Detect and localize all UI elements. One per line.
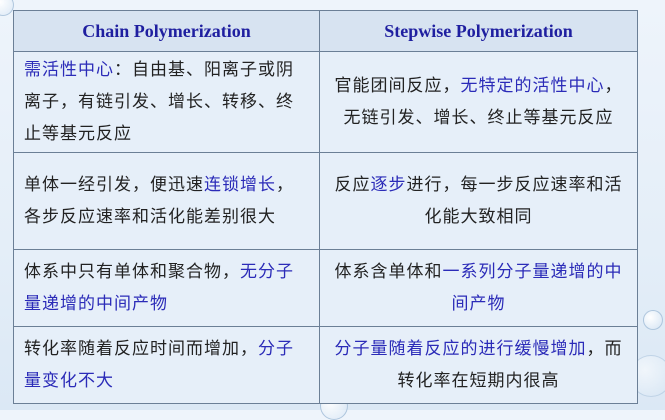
highlighted-text: 连锁增长	[204, 175, 276, 195]
cell-text: 官能团间反应，	[334, 76, 461, 96]
cell-text: 转化率随着反应时间而增加，	[24, 339, 258, 359]
chain-cell: 需活性中心：自由基、阳离子或阴离子，有链引发、增长、转移、终止等基元反应	[13, 51, 320, 153]
table-row: 转化率随着反应时间而增加，分子量变化不大 分子量随着反应的进行缓慢增加，而转化率…	[13, 326, 638, 404]
table-row: 体系中只有单体和聚合物，无分子量递增的中间产物 体系含单体和一系列分子量递增的中…	[13, 249, 638, 327]
header-chain-polymerization: Chain Polymerization	[13, 10, 320, 52]
table-row: 单体一经引发，便迅速连锁增长，各步反应速率和活化能差别很大 反应逐步进行，每一步…	[13, 152, 638, 250]
highlighted-text: 一系列分子量递增的中间产物	[442, 262, 623, 314]
cell-text: 单体一经引发，便迅速	[24, 175, 204, 195]
stepwise-cell: 官能团间反应，无特定的活性中心，无链引发、增长、终止等基元反应	[319, 51, 638, 153]
table-row: 需活性中心：自由基、阳离子或阴离子，有链引发、增长、转移、终止等基元反应 官能团…	[13, 51, 638, 153]
chain-cell: 单体一经引发，便迅速连锁增长，各步反应速率和活化能差别很大	[13, 152, 320, 250]
stepwise-cell: 反应逐步进行，每一步反应速率和活化能大致相同	[319, 152, 638, 250]
chain-cell: 转化率随着反应时间而增加，分子量变化不大	[13, 326, 320, 404]
highlighted-text: 需活性中心	[24, 60, 114, 80]
cell-text: 反应	[334, 175, 371, 195]
chain-cell: 体系中只有单体和聚合物，无分子量递增的中间产物	[13, 249, 320, 327]
cell-text: 进行，每一步反应速率和活化能大致相同	[406, 175, 623, 227]
stepwise-cell: 体系含单体和一系列分子量递增的中间产物	[319, 249, 638, 327]
decorative-bubble	[643, 310, 663, 330]
stepwise-cell: 分子量随着反应的进行缓慢增加，而转化率在短期内很高	[319, 326, 638, 404]
cell-text: 体系含单体和	[334, 262, 443, 282]
highlighted-text: 分子量随着反应的进行缓慢增加	[334, 339, 587, 359]
comparison-table: Chain Polymerization Stepwise Polymeriza…	[13, 10, 638, 404]
table-header-row: Chain Polymerization Stepwise Polymeriza…	[13, 10, 638, 52]
header-stepwise-polymerization: Stepwise Polymerization	[319, 10, 638, 52]
cell-text: 体系中只有单体和聚合物，	[24, 262, 240, 282]
decorative-bubble	[0, 0, 14, 16]
highlighted-text: 逐步	[370, 175, 407, 195]
highlighted-text: 无特定的活性中心	[460, 76, 605, 96]
